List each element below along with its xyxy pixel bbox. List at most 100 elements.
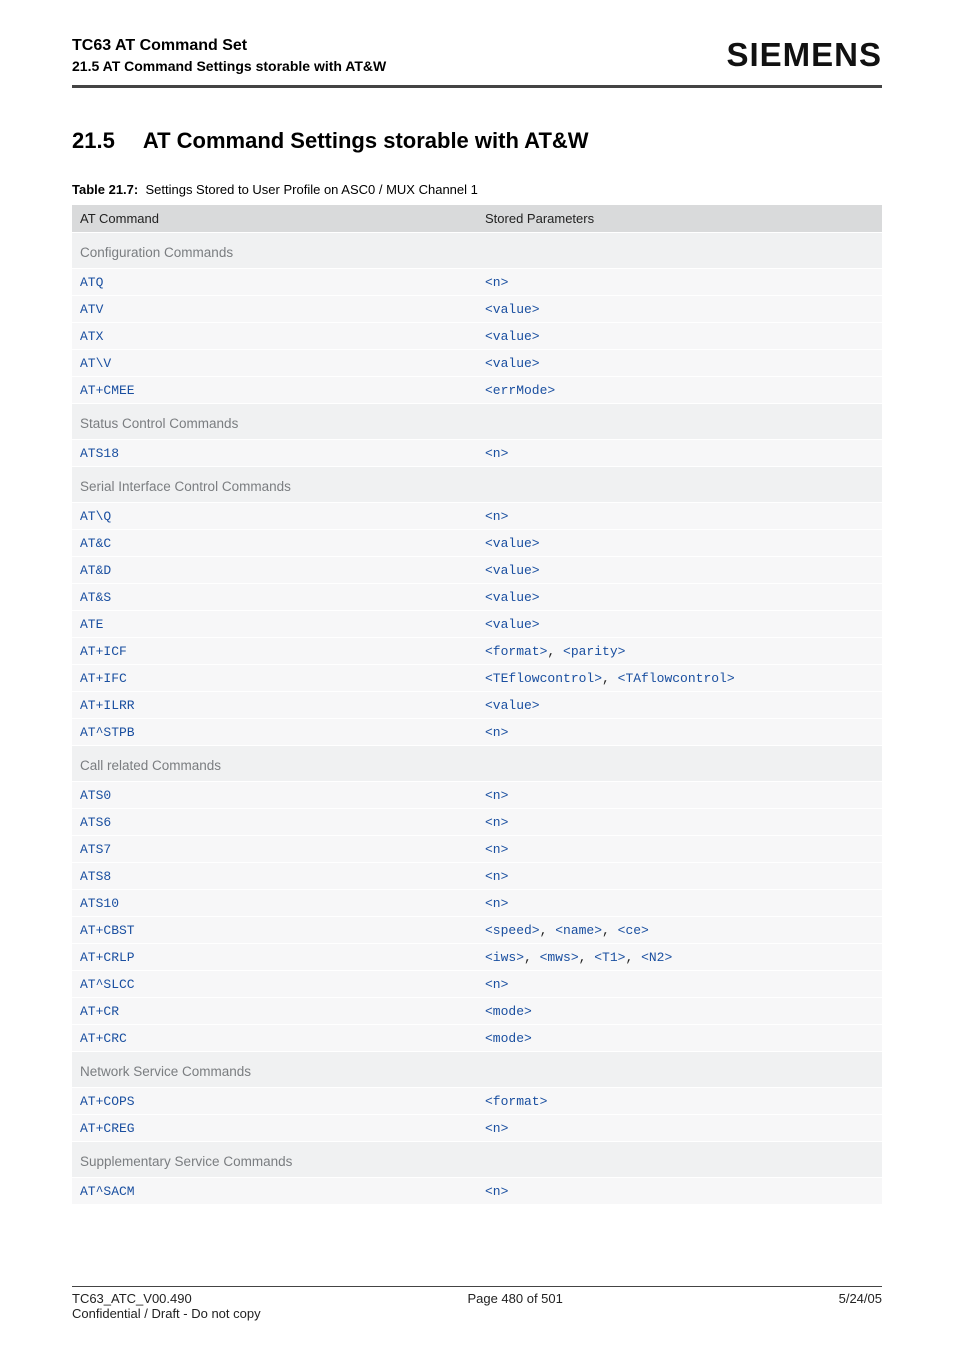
param-link[interactable]: <n> (485, 788, 508, 803)
stored-parameters: <n> (485, 509, 508, 524)
at-command-link[interactable]: AT^SLCC (80, 977, 135, 992)
at-command-link[interactable]: ATS8 (80, 869, 111, 884)
table-row: AT+CMEE <errMode> (72, 376, 882, 403)
param-link[interactable]: <mws> (540, 950, 579, 965)
table-row: ATS0 <n> (72, 781, 882, 808)
page-header: TC63 AT Command Set 21.5 AT Command Sett… (72, 36, 882, 75)
param-link[interactable]: <n> (485, 275, 508, 290)
at-command-link[interactable]: AT+CBST (80, 923, 135, 938)
at-command-link[interactable]: AT\Q (80, 509, 111, 524)
param-link[interactable]: <name> (555, 923, 602, 938)
stored-parameters: <n> (485, 977, 508, 992)
at-command-link[interactable]: ATS6 (80, 815, 111, 830)
stored-parameters: <iws>, <mws>, <T1>, <N2> (485, 950, 672, 965)
stored-parameters: <n> (485, 446, 508, 461)
table-row: ATQ <n> (72, 268, 882, 295)
at-command-link[interactable]: AT+CR (80, 1004, 119, 1019)
param-link[interactable]: <T1> (594, 950, 625, 965)
at-command-link[interactable]: AT+COPS (80, 1094, 135, 1109)
table-row: AT^SACM <n> (72, 1177, 882, 1204)
footer-divider (72, 1286, 882, 1287)
at-command-link[interactable]: ATQ (80, 275, 103, 290)
param-link[interactable]: <mode> (485, 1004, 532, 1019)
doc-subtitle: 21.5 AT Command Settings storable with A… (72, 57, 386, 75)
table-header-col2: Stored Parameters (477, 205, 882, 233)
at-command-link[interactable]: AT\V (80, 356, 111, 371)
table-row: AT&C <value> (72, 529, 882, 556)
param-separator: , (579, 950, 595, 965)
param-link[interactable]: <value> (485, 590, 540, 605)
at-command-link[interactable]: AT+IFC (80, 671, 127, 686)
param-link[interactable]: <n> (485, 1121, 508, 1136)
brand-logo: SIEMENS (726, 36, 882, 74)
param-link[interactable]: <parity> (563, 644, 625, 659)
at-command-link[interactable]: ATS0 (80, 788, 111, 803)
stored-parameters: <TEflowcontrol>, <TAflowcontrol> (485, 671, 735, 686)
param-link[interactable]: <format> (485, 1094, 547, 1109)
at-command-link[interactable]: AT&S (80, 590, 111, 605)
at-command-link[interactable]: AT+ICF (80, 644, 127, 659)
stored-parameters: <value> (485, 356, 540, 371)
table-row: ATS10 <n> (72, 889, 882, 916)
param-link[interactable]: <value> (485, 563, 540, 578)
at-command-link[interactable]: ATS18 (80, 446, 119, 461)
at-command-link[interactable]: AT+CMEE (80, 383, 135, 398)
table-row: ATS7 <n> (72, 835, 882, 862)
param-separator: , (602, 671, 618, 686)
param-separator: , (602, 923, 618, 938)
at-command-link[interactable]: ATE (80, 617, 103, 632)
param-link[interactable]: <format> (485, 644, 547, 659)
stored-parameters: <n> (485, 725, 508, 740)
param-link[interactable]: <n> (485, 815, 508, 830)
stored-parameters: <value> (485, 302, 540, 317)
param-link[interactable]: <value> (485, 356, 540, 371)
at-command-link[interactable]: AT+CREG (80, 1121, 135, 1136)
param-link[interactable]: <n> (485, 869, 508, 884)
param-link[interactable]: <N2> (641, 950, 672, 965)
param-link[interactable]: <TEflowcontrol> (485, 671, 602, 686)
at-command-link[interactable]: AT&C (80, 536, 111, 551)
param-link[interactable]: <n> (485, 1184, 508, 1199)
param-link[interactable]: <n> (485, 977, 508, 992)
section-number: 21.5 (72, 128, 115, 154)
param-link[interactable]: <iws> (485, 950, 524, 965)
stored-parameters: <mode> (485, 1031, 532, 1046)
param-link[interactable]: <value> (485, 617, 540, 632)
param-link[interactable]: <speed> (485, 923, 540, 938)
param-link[interactable]: <n> (485, 842, 508, 857)
at-command-link[interactable]: AT&D (80, 563, 111, 578)
param-separator: , (524, 950, 540, 965)
table-row: ATS8 <n> (72, 862, 882, 889)
param-link[interactable]: <n> (485, 446, 508, 461)
table-row: AT\V <value> (72, 349, 882, 376)
param-link[interactable]: <errMode> (485, 383, 555, 398)
stored-parameters: <value> (485, 563, 540, 578)
at-command-link[interactable]: AT+ILRR (80, 698, 135, 713)
stored-parameters: <speed>, <name>, <ce> (485, 923, 649, 938)
param-link[interactable]: <value> (485, 698, 540, 713)
table-row: AT+COPS <format> (72, 1087, 882, 1114)
table-row: AT+CRLP <iws>, <mws>, <T1>, <N2> (72, 943, 882, 970)
at-command-link[interactable]: ATS10 (80, 896, 119, 911)
param-link[interactable]: <value> (485, 329, 540, 344)
param-link[interactable]: <n> (485, 725, 508, 740)
stored-parameters: <n> (485, 275, 508, 290)
param-link[interactable]: <ce> (618, 923, 649, 938)
table-row: AT+CBST <speed>, <name>, <ce> (72, 916, 882, 943)
table-row: ATS6 <n> (72, 808, 882, 835)
at-command-link[interactable]: AT+CRLP (80, 950, 135, 965)
at-command-link[interactable]: AT^STPB (80, 725, 135, 740)
param-link[interactable]: <mode> (485, 1031, 532, 1046)
at-command-link[interactable]: ATS7 (80, 842, 111, 857)
table-row: AT^SLCC <n> (72, 970, 882, 997)
param-link[interactable]: <TAflowcontrol> (618, 671, 735, 686)
at-command-link[interactable]: AT^SACM (80, 1184, 135, 1199)
at-command-link[interactable]: ATX (80, 329, 103, 344)
param-link[interactable]: <value> (485, 536, 540, 551)
at-command-link[interactable]: AT+CRC (80, 1031, 127, 1046)
param-link[interactable]: <n> (485, 509, 508, 524)
param-link[interactable]: <n> (485, 896, 508, 911)
at-command-link[interactable]: ATV (80, 302, 103, 317)
param-link[interactable]: <value> (485, 302, 540, 317)
table-group-heading: Status Control Commands (72, 403, 882, 439)
